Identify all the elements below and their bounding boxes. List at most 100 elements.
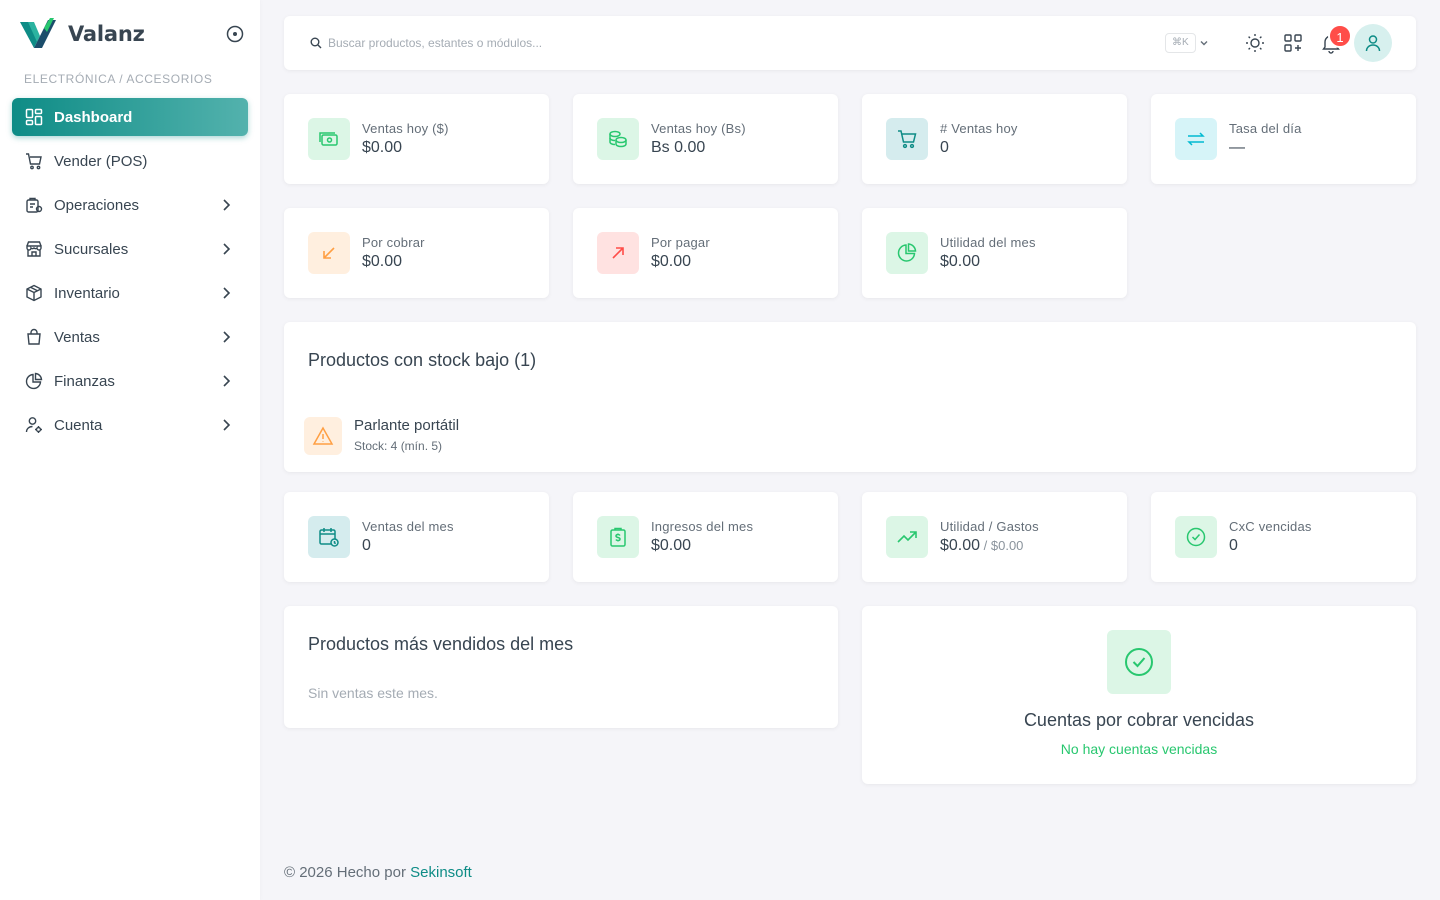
stat-label: Por pagar [651, 235, 710, 250]
stat-label: Tasa del día [1229, 121, 1302, 136]
exchange-icon [1175, 118, 1217, 160]
overdue-receivables-panel: Cuentas por cobrar vencidas No hay cuent… [862, 606, 1416, 784]
chevron-right-icon [223, 199, 231, 211]
cash-icon [308, 118, 350, 160]
sidebar-item-label: Ventas [54, 328, 100, 346]
stat-card-ventas-hoy-bs: Ventas hoy (Bs) Bs 0.00 [573, 94, 838, 184]
stat-card-utilidad-del-mes: Utilidad del mes $0.00 [862, 208, 1127, 298]
sidebar-item-label: Sucursales [54, 240, 129, 258]
stat-label: Utilidad del mes [940, 235, 1036, 250]
low-stock-product-name[interactable]: Parlante portátil [354, 417, 459, 434]
stat-label: Por cobrar [362, 235, 425, 250]
sidebar-toggle-icon[interactable] [225, 24, 245, 44]
stat-card-por-cobrar: Por cobrar $0.00 [284, 208, 549, 298]
check-circle-icon [1107, 630, 1171, 694]
apps-icon[interactable] [1282, 32, 1304, 54]
check-circle-icon [1175, 516, 1217, 558]
top-products-empty: Sin ventas este mes. [308, 685, 438, 701]
sidebar-item-cuenta[interactable]: Cuenta [12, 406, 248, 444]
notification-badge: 1 [1328, 24, 1352, 48]
sidebar-item-dashboard[interactable]: Dashboard [12, 98, 248, 136]
arrow-down-left-icon [308, 232, 350, 274]
sun-icon[interactable] [1244, 32, 1266, 54]
chevron-right-icon [223, 375, 231, 387]
stat-value: — [1229, 139, 1245, 156]
sidebar-item-operaciones[interactable]: Operaciones [12, 186, 248, 224]
tenant-label: ELECTRÓNICA / ACCESORIOS [24, 72, 213, 86]
stat-value: $0.00 [651, 537, 692, 554]
stat-value: Bs 0.00 [651, 139, 706, 156]
cart-icon [24, 151, 44, 171]
utilidad-value: $0.00 [940, 537, 981, 554]
calendar-clock-icon [308, 516, 350, 558]
sidebar-item-label: Finanzas [54, 372, 115, 390]
footer-link-sekinsoft[interactable]: Sekinsoft [410, 864, 472, 881]
footer-text: © 2026 Hecho por [284, 864, 411, 881]
low-stock-panel: Productos con stock bajo (1) Parlante po… [284, 322, 1416, 472]
sidebar-menu: Dashboard Vender (POS) Operaciones Sucur… [12, 98, 248, 450]
pie-chart-icon [24, 371, 44, 391]
stat-card-utilidad-gastos: Utilidad / Gastos $0.00 / $0.00 [862, 492, 1127, 582]
stat-card-ingresos-del-mes: Ingresos del mes $0.00 [573, 492, 838, 582]
stat-label: Utilidad / Gastos [940, 519, 1039, 534]
sidebar: Valanz ELECTRÓNICA / ACCESORIOS Dashboar… [0, 0, 260, 900]
stat-card-ventas-hoy-usd: Ventas hoy ($) $0.00 [284, 94, 549, 184]
dashboard-icon [24, 107, 44, 127]
avatar[interactable] [1354, 24, 1392, 62]
sidebar-item-sucursales[interactable]: Sucursales [12, 230, 248, 268]
stat-value: $0.00 [940, 253, 981, 270]
arrow-up-right-icon [597, 232, 639, 274]
topbar: ⌘K 1 [284, 16, 1416, 70]
stat-label: Ventas del mes [362, 519, 454, 534]
low-stock-product-stock: Stock: 4 (mín. 5) [354, 439, 443, 453]
overdue-title: Cuentas por cobrar vencidas [1023, 710, 1255, 730]
coins-icon [597, 118, 639, 160]
stat-value: $0.00 [362, 253, 403, 270]
stat-card-por-pagar: Por pagar $0.00 [573, 208, 838, 298]
sidebar-item-label: Inventario [54, 284, 120, 302]
brand[interactable]: Valanz [20, 18, 145, 50]
chevron-right-icon [223, 287, 231, 299]
stat-card-tasa-del-dia: Tasa del día — [1151, 94, 1416, 184]
chevron-right-icon [223, 331, 231, 343]
stat-label: Ventas hoy (Bs) [651, 121, 746, 136]
stat-label: Ventas hoy ($) [362, 121, 449, 136]
sidebar-item-inventario[interactable]: Inventario [12, 274, 248, 312]
stat-value: 0 [1229, 537, 1238, 554]
receipt-dollar-icon [597, 516, 639, 558]
pie-chart-icon [886, 232, 928, 274]
stat-card-ventas-del-mes: Ventas del mes 0 [284, 492, 549, 582]
store-icon [24, 239, 44, 259]
chevron-down-icon[interactable] [1198, 37, 1210, 49]
stat-label: Ingresos del mes [651, 519, 754, 534]
shopping-bag-icon [24, 327, 44, 347]
sidebar-item-label: Cuenta [54, 416, 103, 434]
operations-icon [24, 195, 44, 215]
user-icon [1365, 35, 1381, 52]
sidebar-item-label: Operaciones [54, 196, 140, 214]
stat-value: $0.00 / $0.00 [940, 537, 1023, 555]
sidebar-item-finanzas[interactable]: Finanzas [12, 362, 248, 400]
chevron-right-icon [223, 419, 231, 431]
sidebar-item-vender-pos[interactable]: Vender (POS) [12, 142, 248, 180]
stat-card-cxc-vencidas: CxC vencidas 0 [1151, 492, 1416, 582]
stat-label: CxC vencidas [1229, 519, 1312, 534]
top-products-panel: Productos más vendidos del mes Sin venta… [284, 606, 838, 728]
overdue-subtitle: No hay cuentas vencidas [1060, 741, 1218, 757]
search-input[interactable] [328, 31, 928, 55]
stat-label: # Ventas hoy [940, 121, 1018, 136]
box-icon [24, 283, 44, 303]
gastos-value: / $0.00 [980, 538, 1024, 553]
chevron-right-icon [223, 243, 231, 255]
top-products-title: Productos más vendidos del mes [308, 634, 574, 654]
brand-name: Valanz [68, 22, 145, 46]
search-icon [310, 37, 322, 49]
sidebar-item-label: Dashboard [54, 108, 133, 126]
valanz-logo-icon [20, 18, 56, 48]
low-stock-title: Productos con stock bajo (1) [308, 350, 537, 370]
user-settings-icon [24, 415, 44, 435]
sidebar-item-ventas[interactable]: Ventas [12, 318, 248, 356]
cart-icon [886, 118, 928, 160]
search-shortcut: ⌘K [1165, 33, 1196, 53]
trending-up-icon [886, 516, 928, 558]
